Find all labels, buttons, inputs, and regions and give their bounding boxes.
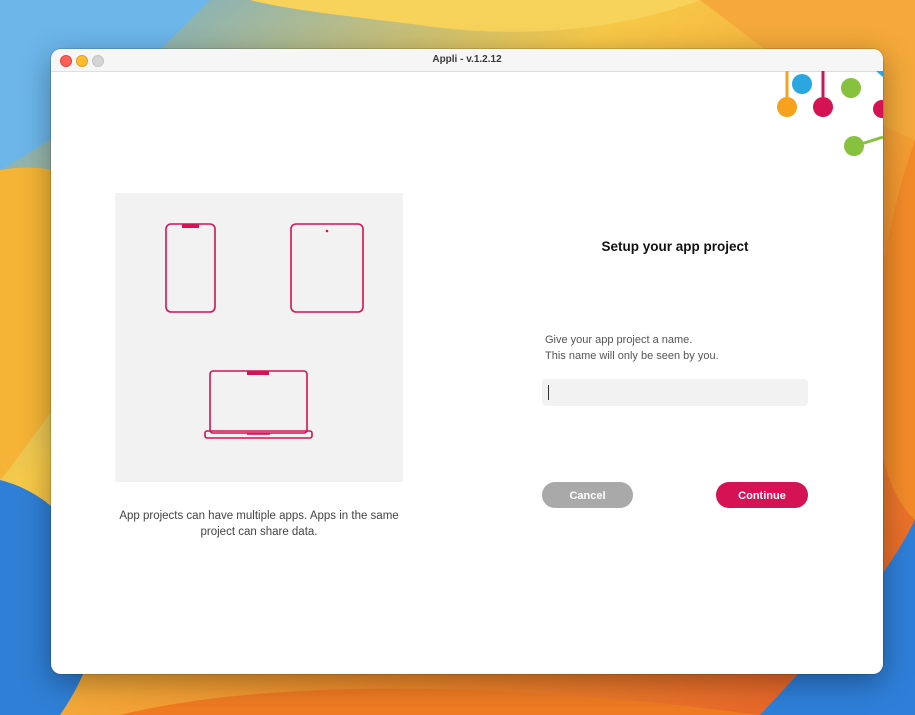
tablet-icon: [290, 223, 364, 313]
text-caret: [548, 385, 549, 400]
window-title: Appli - v.1.2.12: [432, 54, 502, 65]
appli-logo: [777, 71, 883, 156]
devices-illustration: [115, 193, 403, 482]
title-bar: Appli - v.1.2.12: [51, 49, 883, 72]
continue-button[interactable]: Continue: [716, 482, 808, 508]
cancel-button[interactable]: Cancel: [542, 482, 633, 508]
instruction-line-1: Give your app project a name.: [545, 334, 693, 346]
app-window: Appli - v.1.2.12 App projects can have m…: [51, 49, 883, 674]
instruction-line-2: This name will only be seen by you.: [545, 350, 719, 362]
laptop-icon: [204, 370, 313, 439]
page-title: Setup your app project: [601, 239, 749, 254]
project-name-input[interactable]: [542, 379, 808, 406]
illustration-caption: App projects can have multiple apps. App…: [119, 510, 399, 538]
phone-icon: [165, 223, 216, 313]
desktop: Appli - v.1.2.12 App projects can have m…: [0, 0, 915, 715]
name-instructions: Give your app project a name. This name …: [545, 332, 825, 364]
